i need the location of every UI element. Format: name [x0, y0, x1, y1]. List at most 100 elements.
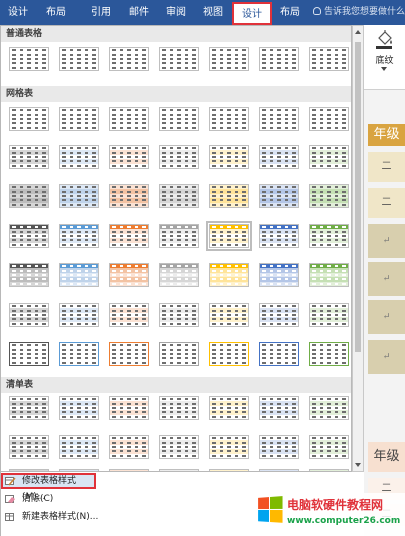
- table-cell[interactable]: ↵: [368, 262, 405, 296]
- tab-item[interactable]: 设计: [0, 0, 36, 25]
- table-style-preview: [309, 107, 349, 131]
- table-style-option[interactable]: [106, 142, 152, 172]
- table-style-option[interactable]: [156, 221, 202, 251]
- table-style-option[interactable]: [106, 44, 152, 74]
- table-style-option[interactable]: [206, 44, 252, 74]
- scrollbar-thumb[interactable]: [355, 42, 361, 352]
- table-style-option[interactable]: [6, 339, 52, 369]
- table-cell[interactable]: ↵: [368, 340, 405, 374]
- table-style-preview: [259, 263, 299, 287]
- table-style-option[interactable]: [256, 300, 302, 330]
- table-style-option[interactable]: [6, 432, 52, 462]
- table-header-cell-2[interactable]: 年级: [368, 442, 405, 472]
- table-style-option[interactable]: [206, 260, 252, 290]
- shading-label[interactable]: 底纹: [364, 53, 405, 66]
- table-style-option[interactable]: [56, 221, 102, 251]
- chevron-down-icon[interactable]: [381, 67, 387, 71]
- table-style-option[interactable]: [106, 221, 152, 251]
- table-cell[interactable]: 二: [368, 188, 405, 218]
- tab-table-design[interactable]: 设计: [232, 2, 272, 25]
- table-style-option[interactable]: [206, 181, 252, 211]
- table-style-option[interactable]: [206, 300, 252, 330]
- table-style-option[interactable]: [156, 432, 202, 462]
- table-header-cell[interactable]: 年级: [368, 124, 405, 146]
- table-style-preview: [59, 107, 99, 131]
- table-style-option[interactable]: [6, 260, 52, 290]
- table-style-option[interactable]: [6, 221, 52, 251]
- menu-item-modify-style[interactable]: 修改表格样式(M)...: [1, 473, 96, 502]
- table-cell[interactable]: 二: [368, 152, 405, 182]
- table-style-preview: [209, 47, 249, 71]
- table-style-option[interactable]: [156, 260, 202, 290]
- table-style-option[interactable]: [56, 181, 102, 211]
- table-style-option[interactable]: [206, 432, 252, 462]
- tab-item[interactable]: 布局: [272, 0, 308, 25]
- table-style-option[interactable]: [206, 104, 252, 134]
- table-cell[interactable]: ↵: [368, 224, 405, 258]
- tab-item[interactable]: 布局: [38, 0, 74, 25]
- table-style-option[interactable]: [6, 142, 52, 172]
- table-style-preview: [9, 396, 49, 420]
- table-cell[interactable]: ↵: [368, 300, 405, 334]
- table-style-option[interactable]: [56, 104, 102, 134]
- table-style-option[interactable]: [256, 221, 302, 251]
- table-style-option[interactable]: [306, 432, 351, 462]
- table-style-option[interactable]: [106, 300, 152, 330]
- table-style-option[interactable]: [156, 104, 202, 134]
- tell-me-search[interactable]: 告诉我您想要做什么: [313, 0, 405, 25]
- table-style-option[interactable]: [306, 221, 351, 251]
- table-style-option[interactable]: [206, 393, 252, 423]
- table-style-option[interactable]: [106, 339, 152, 369]
- table-style-option[interactable]: [256, 181, 302, 211]
- table-style-option[interactable]: [306, 393, 351, 423]
- table-style-option[interactable]: [256, 432, 302, 462]
- table-style-option[interactable]: [56, 432, 102, 462]
- table-style-option[interactable]: [256, 260, 302, 290]
- table-style-option[interactable]: [156, 142, 202, 172]
- table-style-option[interactable]: [306, 181, 351, 211]
- table-style-option[interactable]: [256, 142, 302, 172]
- table-style-option[interactable]: [6, 44, 52, 74]
- table-style-option[interactable]: [306, 260, 351, 290]
- table-style-option[interactable]: [6, 393, 52, 423]
- table-style-option[interactable]: [306, 142, 351, 172]
- table-style-option[interactable]: [56, 260, 102, 290]
- table-style-option[interactable]: [56, 393, 102, 423]
- table-style-option[interactable]: [106, 393, 152, 423]
- table-style-option[interactable]: [156, 339, 202, 369]
- table-style-option[interactable]: [256, 339, 302, 369]
- table-style-option[interactable]: [206, 221, 252, 251]
- table-style-option[interactable]: [306, 339, 351, 369]
- gallery-scrollbar[interactable]: [352, 25, 364, 472]
- table-style-option[interactable]: [106, 181, 152, 211]
- table-style-option[interactable]: [106, 104, 152, 134]
- tab-item[interactable]: 视图: [195, 0, 231, 25]
- table-style-option[interactable]: [6, 181, 52, 211]
- tab-item[interactable]: 邮件: [121, 0, 157, 25]
- table-style-option[interactable]: [56, 300, 102, 330]
- tab-item[interactable]: 审阅: [158, 0, 194, 25]
- table-style-option[interactable]: [206, 142, 252, 172]
- paint-bucket-icon[interactable]: [374, 29, 394, 49]
- table-style-option[interactable]: [156, 181, 202, 211]
- table-style-option[interactable]: [306, 300, 351, 330]
- table-style-option[interactable]: [6, 300, 52, 330]
- scroll-down-icon[interactable]: [355, 463, 361, 467]
- table-style-option[interactable]: [6, 104, 52, 134]
- scroll-up-icon[interactable]: [355, 30, 361, 34]
- table-style-option[interactable]: [106, 260, 152, 290]
- table-style-option[interactable]: [56, 44, 102, 74]
- table-style-option[interactable]: [156, 300, 202, 330]
- tab-item[interactable]: 引用: [83, 0, 119, 25]
- table-style-option[interactable]: [256, 393, 302, 423]
- table-style-option[interactable]: [206, 339, 252, 369]
- table-style-option[interactable]: [256, 44, 302, 74]
- table-style-option[interactable]: [256, 104, 302, 134]
- table-style-option[interactable]: [306, 44, 351, 74]
- table-style-option[interactable]: [156, 44, 202, 74]
- table-style-option[interactable]: [56, 142, 102, 172]
- table-style-option[interactable]: [306, 104, 351, 134]
- table-style-option[interactable]: [156, 393, 202, 423]
- table-style-option[interactable]: [106, 432, 152, 462]
- table-style-option[interactable]: [56, 339, 102, 369]
